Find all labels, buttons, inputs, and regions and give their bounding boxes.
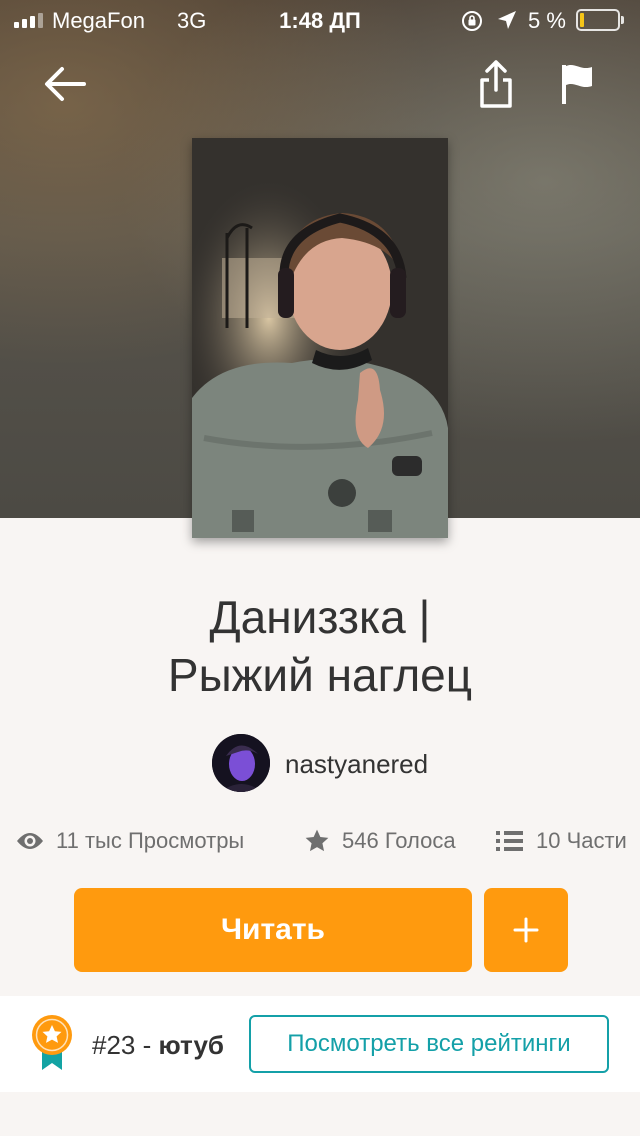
ranking-strip: #23 - ютуб Посмотреть все рейтинги: [0, 996, 640, 1092]
eye-icon: [17, 833, 43, 849]
story-title: Даниззка | Рыжий наглец: [20, 588, 620, 704]
add-to-library-button[interactable]: [484, 888, 568, 972]
story-cover-image[interactable]: [192, 138, 448, 538]
share-icon[interactable]: [474, 56, 518, 112]
views-count: 11 тыс Просмотры: [56, 828, 245, 853]
location-icon: [496, 9, 518, 37]
read-button[interactable]: Читать: [74, 888, 472, 972]
author-name[interactable]: nastyanered: [285, 749, 428, 780]
votes-stat: 546 Голоса: [304, 826, 456, 856]
author-avatar[interactable]: [212, 734, 270, 792]
flag-icon[interactable]: [556, 60, 598, 108]
story-title-line-2: Рыжий наглец: [167, 649, 473, 701]
star-icon: [305, 829, 329, 852]
battery-percent: 5 %: [528, 8, 566, 33]
parts-stat: 10 Части: [496, 826, 627, 856]
ranking-position: #23 -: [92, 1030, 152, 1060]
ranking-badge-icon: [30, 1014, 76, 1077]
status-bar: MegaFon 3G 1:48 ДП 5 %: [0, 0, 640, 40]
list-icon: [496, 831, 523, 851]
battery-icon: [576, 9, 624, 31]
plus-icon: [513, 917, 539, 943]
rotation-lock-icon: [460, 9, 484, 39]
parts-count: 10 Части: [536, 828, 627, 853]
votes-count: 546 Голоса: [342, 828, 456, 853]
story-title-line-1: Даниззка |: [209, 591, 431, 643]
see-all-rankings-button[interactable]: Посмотреть все рейтинги: [249, 1015, 609, 1073]
back-arrow-icon[interactable]: [38, 60, 90, 108]
ranking-label: #23 - ютуб: [92, 1030, 224, 1061]
views-stat: 11 тыс Просмотры: [16, 826, 244, 856]
ranking-tag[interactable]: ютуб: [159, 1030, 224, 1060]
